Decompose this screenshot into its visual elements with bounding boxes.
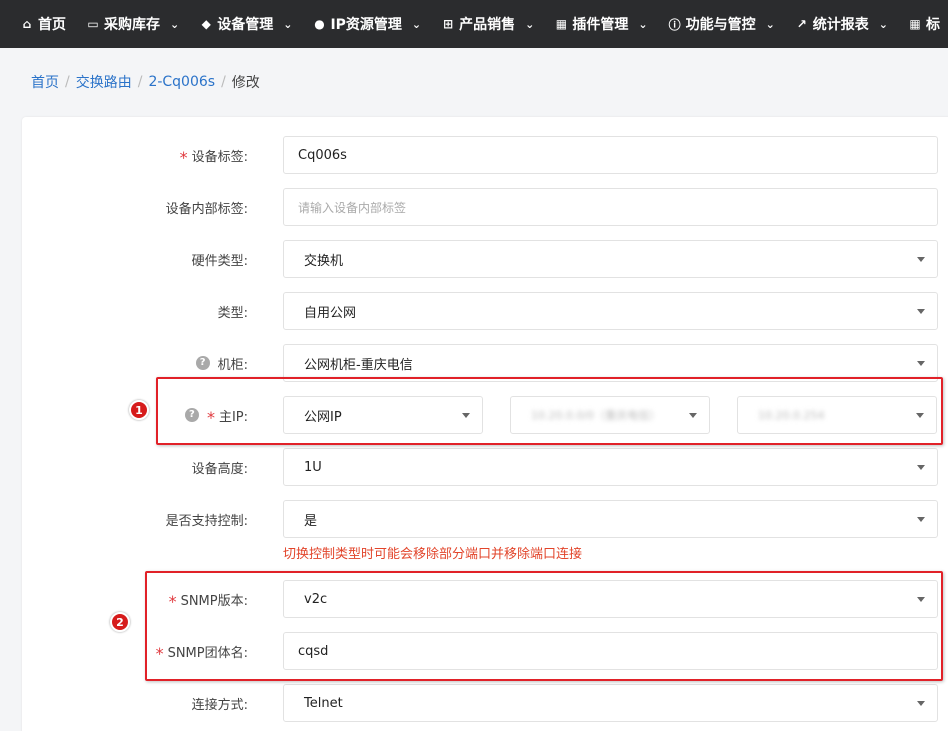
select-value: 1U [304,459,322,475]
inner-label-row: 设备内部标签: 请输入设备内部标签 [0,188,948,226]
select-value: 公网机柜-重庆电信 [304,357,413,373]
select-value: 是 [304,513,318,529]
type-label: 类型: [218,292,248,330]
select-value: 自用公网 [304,305,357,321]
nav-item-label: 统计报表 [812,17,869,33]
select-value: 交换机 [304,253,344,269]
height-select[interactable]: 1U [283,448,938,486]
table-icon: ▦ [909,17,921,31]
chevron-down-icon: ⌄ [525,17,535,31]
connection-label: 连接方式: [192,684,248,722]
inbox-icon: ▭ [87,17,99,31]
label-text: 设备高度: [191,461,248,477]
nav-item[interactable]: ◆ 设备管理 ⌄ [179,0,293,48]
breadcrumb: 首页 / 交换路由 / 2-Cq006s / 修改 [31,72,260,92]
chevron-down-icon: ⌄ [170,17,180,31]
nav-item[interactable]: ● IP资源管理 ⌄ [292,0,421,48]
annotation-badge-2: 2 [110,612,130,632]
label-text: 机柜: [217,357,248,373]
chevron-down-icon: ⌄ [765,17,775,31]
inner-label-input[interactable]: 请输入设备内部标签 [283,188,938,226]
nav-item-label: 采购库存 [104,17,160,33]
breadcrumb-section[interactable]: 交换路由 [76,72,132,92]
breadcrumb-device[interactable]: 2-Cq006s [148,74,215,90]
nav-item[interactable]: ⓘ 功能与管控 ⌄ [648,0,775,48]
annotation-badge-1: 1 [129,400,149,420]
top-navbar: ⌂ 首页 ▭ 采购库存 ⌄ ◆ 设备管理 ⌄ ● IP资源管理 ⌄ ⊞ 产品销售 ⌄ ▦ 插件管理 ⌄ ⓘ 功能与管… [0,0,948,48]
highlight-box-main-ip [156,377,943,445]
chevron-down-icon [917,309,925,314]
home-icon: ⌂ [22,17,32,31]
info-icon: ⓘ [668,17,681,32]
chevron-down-icon: ⌄ [283,17,293,31]
breadcrumb-current: 修改 [231,75,260,91]
breadcrumb-separator: / [137,74,143,90]
hardware-type-label: 硬件类型: [192,240,248,278]
label-text: 硬件类型: [191,253,248,269]
label-text: 设备内部标签: [165,201,248,217]
nav-item-label: 标 [926,17,941,33]
label-text: 是否支持控制: [165,513,248,529]
grid-icon: ▦ [555,17,568,31]
chevron-down-icon [917,257,925,262]
highlight-box-snmp [145,571,943,681]
nav-item[interactable]: ⊞ 产品销售 ⌄ [421,0,534,48]
chevron-down-icon [917,517,925,522]
chevron-down-icon: ⌄ [411,17,422,31]
input-placeholder: 请输入设备内部标签 [298,200,407,215]
label-text: 类型: [217,305,248,321]
chevron-down-icon [917,701,925,706]
map-marker-icon: ● [314,17,325,31]
breadcrumb-separator: / [221,74,226,90]
nav-item-label: IP资源管理 [330,17,402,33]
nav-item-label: 设备管理 [217,17,274,33]
breadcrumb-home[interactable]: 首页 [31,72,59,92]
type-row: 类型: 自用公网 [0,292,948,330]
chevron-down-icon [917,465,925,470]
type-select[interactable]: 自用公网 [283,292,938,330]
chevron-down-icon: ⌄ [638,17,648,31]
nav-item[interactable]: ▦ 标 [888,0,940,48]
breadcrumb-separator: / [65,74,70,90]
inner-label-label: 设备内部标签: [166,188,248,226]
label-text: 连接方式: [191,697,248,713]
nav-item-label: 首页 [38,17,66,33]
cube-icon: ◆ [201,17,211,31]
control-row: 是否支持控制: 是 [0,500,948,538]
control-label: 是否支持控制: [166,500,248,538]
control-warning-hint: 切换控制类型时可能会移除部分端口并移除端口连接 [283,547,583,562]
device-label-input[interactable]: Cq006s [283,136,938,174]
chevron-down-icon: ⌄ [878,17,889,31]
height-label: 设备高度: [192,448,248,486]
nav-item[interactable]: ↗ 统计报表 ⌄ [775,0,888,48]
hardware-type-select[interactable]: 交换机 [283,240,938,278]
line-chart-icon: ↗ [796,17,807,31]
device-label-label: * 设备标签: [180,136,248,174]
connection-row: 连接方式: Telnet [0,684,948,722]
control-select[interactable]: 是 [283,500,938,538]
nav-item[interactable]: ▦ 插件管理 ⌄ [534,0,648,48]
cart-icon: ⊞ [443,17,454,31]
required-mark: * [179,147,188,167]
connection-select[interactable]: Telnet [283,684,938,722]
select-value: Telnet [304,695,343,711]
nav-item[interactable]: ⌂ 首页 [0,0,66,48]
device-label-row: * 设备标签: Cq006s [0,136,948,174]
help-icon[interactable]: ? [195,356,210,370]
label-text: 设备标签: [191,149,248,165]
hardware-type-row: 硬件类型: 交换机 [0,240,948,278]
nav-item-label: 插件管理 [572,17,629,33]
chevron-down-icon [917,361,925,366]
nav-item-label: 功能与管控 [685,17,756,33]
nav-item-label: 产品销售 [459,17,516,33]
height-row: 设备高度: 1U [0,448,948,486]
input-value: Cq006s [298,147,347,163]
nav-item[interactable]: ▭ 采购库存 ⌄ [66,0,179,48]
